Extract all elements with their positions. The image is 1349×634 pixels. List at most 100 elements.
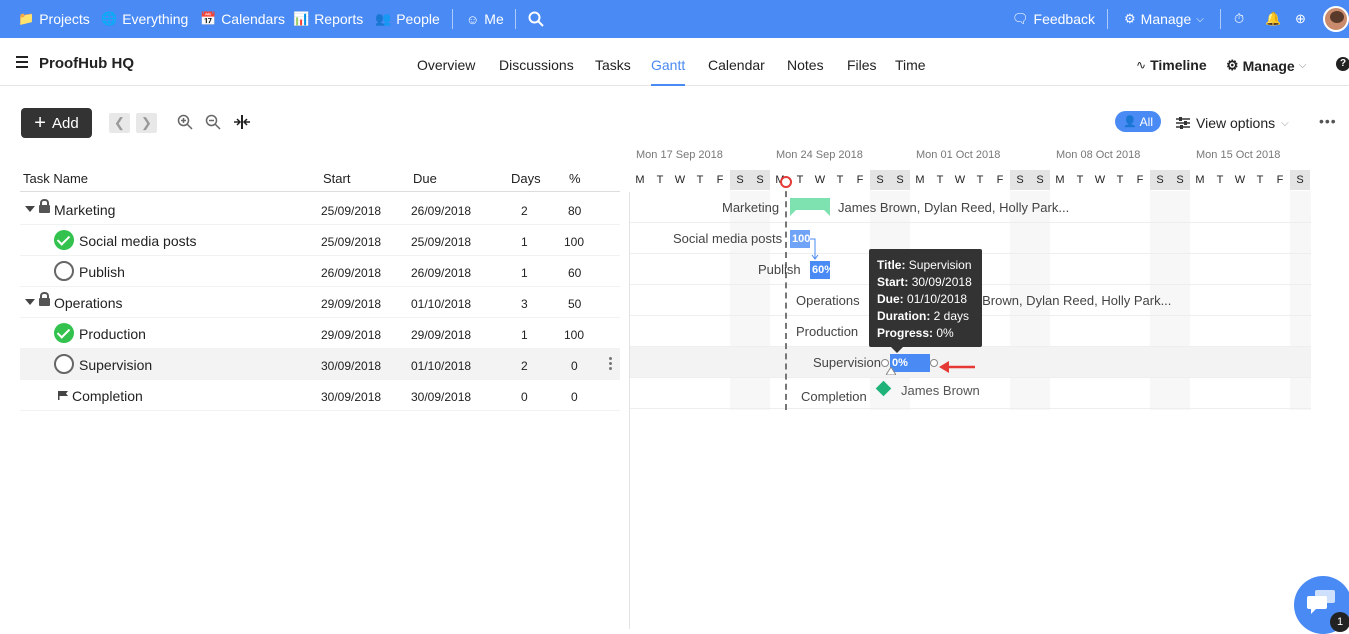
task-days: 1 — [521, 328, 528, 342]
tooltip-label: Start: — [877, 275, 909, 289]
tab-time[interactable]: Time — [895, 57, 926, 73]
task-name[interactable]: Social media posts — [79, 233, 197, 249]
link-handle-left[interactable] — [881, 359, 889, 367]
task-due: 30/09/2018 — [411, 390, 472, 404]
tab-notes[interactable]: Notes — [787, 57, 824, 73]
task-start: 25/09/2018 — [321, 204, 382, 218]
quick-add-button[interactable]: ⊕ — [1295, 0, 1306, 38]
task-name[interactable]: Supervision — [79, 357, 152, 373]
completed-check-icon[interactable] — [54, 323, 74, 343]
zoom-out-button[interactable] — [205, 114, 221, 134]
incomplete-circle-icon[interactable] — [54, 354, 74, 374]
timer-button[interactable]: ⏱ — [1234, 0, 1244, 38]
task-name[interactable]: Publish — [79, 264, 125, 280]
table-row[interactable]: Publish 26/09/2018 26/09/2018 1 60 — [20, 256, 620, 287]
task-name[interactable]: Operations — [54, 295, 122, 311]
week-label: Mon 15 Oct 2018 — [1196, 149, 1281, 161]
nav-calendars[interactable]: 📅 Calendars — [200, 0, 285, 38]
nav-projects[interactable]: 📁 Projects — [18, 0, 90, 38]
nav-me-label: Me — [484, 11, 504, 27]
day-letter: W — [814, 174, 826, 186]
task-bar[interactable]: 0% — [890, 354, 930, 372]
prev-button[interactable]: ❮ — [109, 113, 130, 133]
filter-all-button[interactable]: 👤 All — [1115, 111, 1161, 132]
nav-reports[interactable]: 📊 Reports — [293, 0, 363, 38]
column-header-percent[interactable]: % — [569, 171, 581, 186]
tab-calendar[interactable]: Calendar — [708, 57, 765, 73]
speech-bubble-icon: 🗨 — [1012, 11, 1029, 26]
gantt-task-label: Marketing — [722, 200, 780, 215]
next-button[interactable]: ❯ — [136, 113, 157, 133]
row-menu-icon[interactable] — [609, 357, 612, 371]
project-manage-menu[interactable]: ⚙ Manage ⌵ — [1226, 57, 1306, 74]
tab-discussions[interactable]: Discussions — [499, 57, 574, 73]
manage-menu[interactable]: ⚙ Manage ⌵ — [1124, 0, 1204, 38]
table-row[interactable]: Completion 30/09/2018 30/09/2018 0 0 — [20, 380, 620, 411]
column-header-start[interactable]: Start — [323, 171, 350, 186]
day-letter: T — [1076, 174, 1084, 186]
add-button[interactable]: + Add — [21, 108, 92, 138]
caret-down-icon[interactable] — [25, 299, 35, 305]
tooltip-value: 2 days — [933, 309, 970, 323]
header-divider — [20, 191, 620, 192]
fit-to-screen-button[interactable] — [233, 114, 251, 134]
today-line — [785, 181, 787, 410]
today-marker-icon — [780, 176, 792, 188]
chevron-down-icon: ⌵ — [1281, 117, 1289, 129]
search-icon — [528, 11, 544, 27]
group-bar[interactable] — [790, 198, 830, 216]
feedback-label: Feedback — [1033, 11, 1095, 27]
tab-files[interactable]: Files — [847, 57, 877, 73]
help-button[interactable]: ? — [1336, 57, 1349, 71]
day-letter: T — [1116, 174, 1124, 186]
table-row[interactable]: Supervision 30/09/2018 01/10/2018 2 0 — [20, 349, 620, 380]
day-letter: S — [1150, 170, 1170, 190]
notifications-button[interactable]: 🔔 — [1265, 0, 1281, 38]
table-row[interactable]: Social media posts 25/09/2018 25/09/2018… — [20, 225, 620, 256]
table-row[interactable]: Marketing 25/09/2018 26/09/2018 2 80 — [20, 194, 620, 225]
tab-overview[interactable]: Overview — [417, 57, 475, 73]
nav-everything[interactable]: 🌐 Everything — [101, 0, 188, 38]
search-button[interactable] — [528, 0, 544, 38]
day-letter: T — [836, 174, 844, 186]
zoom-in-button[interactable] — [177, 114, 193, 134]
lock-icon — [39, 292, 50, 307]
tooltip-progress-row: Progress: 0% — [877, 325, 974, 342]
progress-handle-icon[interactable] — [886, 367, 896, 375]
hamburger-menu-icon[interactable] — [16, 56, 28, 68]
task-name[interactable]: Completion — [72, 388, 143, 404]
column-header-days[interactable]: Days — [511, 171, 541, 186]
task-days: 3 — [521, 297, 528, 311]
table-row[interactable]: Operations 29/09/2018 01/10/2018 3 50 — [20, 287, 620, 318]
task-name[interactable]: Marketing — [54, 202, 115, 218]
completed-check-icon[interactable] — [54, 230, 74, 250]
task-name[interactable]: Production — [79, 326, 146, 342]
task-bar[interactable]: 100 — [790, 230, 810, 248]
column-header-due[interactable]: Due — [413, 171, 437, 186]
table-row[interactable]: Production 29/09/2018 29/09/2018 1 100 — [20, 318, 620, 349]
task-bar[interactable]: 60% — [810, 261, 830, 279]
manage-label: Manage — [1140, 11, 1192, 27]
day-letter: S — [1030, 170, 1050, 190]
help-icon: ? — [1336, 57, 1349, 71]
task-start: 26/09/2018 — [321, 266, 382, 280]
nav-me[interactable]: ☺ Me — [466, 0, 504, 38]
task-percent: 0 — [571, 359, 578, 373]
group-bracket-shape — [790, 198, 830, 216]
day-letter: F — [856, 174, 864, 186]
caret-down-icon[interactable] — [25, 206, 35, 212]
tab-gantt[interactable]: Gantt — [651, 57, 686, 86]
flag-icon — [58, 391, 68, 400]
nav-people[interactable]: 👥 People — [375, 0, 440, 38]
user-icon: 👤 — [1122, 116, 1137, 128]
more-options-icon[interactable]: ••• — [1319, 113, 1337, 129]
timeline-button[interactable]: ∿ Timeline — [1136, 57, 1207, 73]
tab-tasks[interactable]: Tasks — [595, 57, 631, 73]
plus-icon: + — [34, 112, 46, 134]
feedback-button[interactable]: 🗨 Feedback — [1012, 0, 1095, 38]
avatar[interactable] — [1323, 6, 1349, 32]
incomplete-circle-icon[interactable] — [54, 261, 74, 281]
view-options-menu[interactable]: View options ⌵ — [1176, 115, 1289, 131]
lock-icon — [39, 199, 50, 214]
column-header-task-name[interactable]: Task Name — [23, 171, 88, 186]
